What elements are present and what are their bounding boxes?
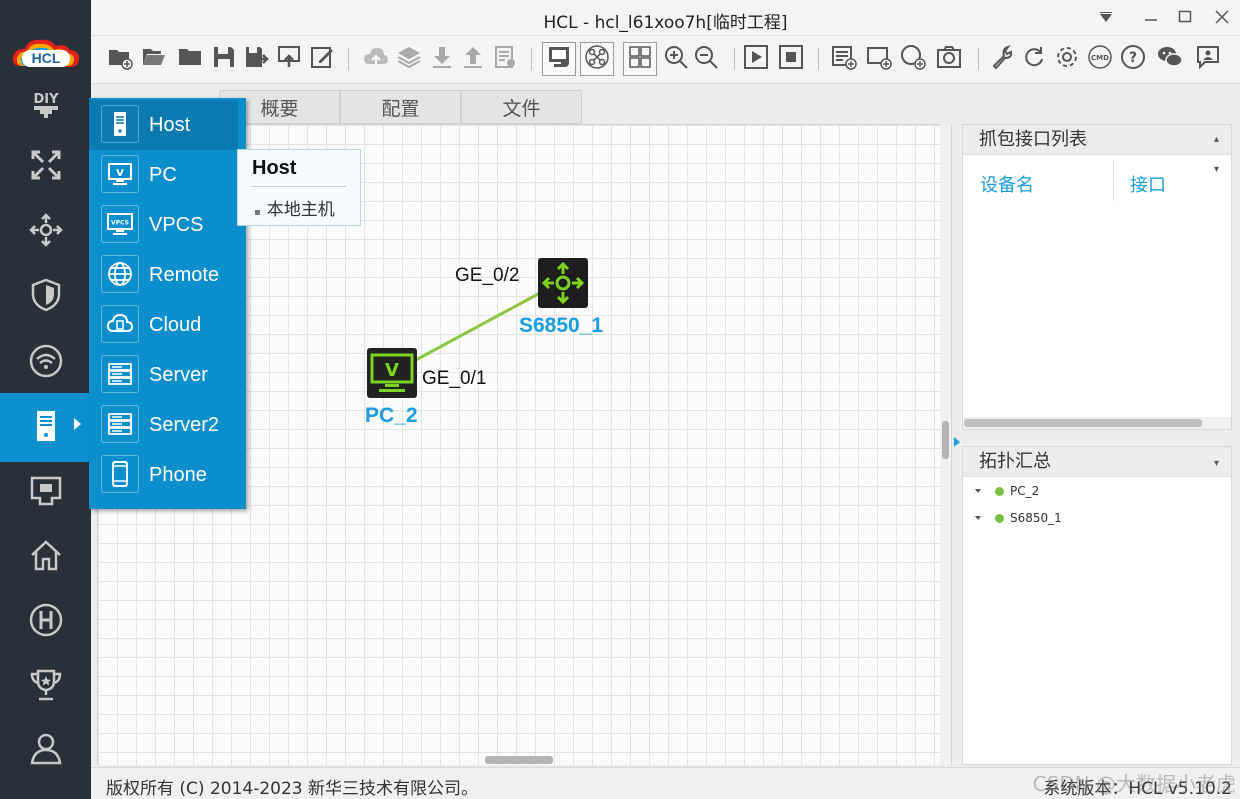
menu-item-vpcs[interactable]: VPCS VPCS [89,200,246,250]
menu-item-server2[interactable]: Server2 [89,400,246,450]
column-device-name[interactable]: 设备名 [980,171,1034,197]
menu-item-cloud[interactable]: Cloud [89,300,246,350]
tooltip-item: ▪ 本地主机 [254,195,335,220]
tree-item-label: S6850_1 [1010,511,1062,525]
menu-item-pc[interactable]: V PC [89,150,246,200]
switch-icon [538,261,588,312]
menu-item-label: Cloud [149,313,202,336]
pc-port-label: GE_0/1 [422,368,487,389]
svg-text:VPCS: VPCS [111,220,129,227]
capture-panel-hscrollbar[interactable] [963,417,1231,429]
menu-item-remote[interactable]: Remote [89,250,246,300]
menu-item-server[interactable]: Server [89,350,246,400]
device-tooltip: Host ▪ 本地主机 [237,149,361,226]
menu-item-label: Remote [149,263,220,286]
topology-summary-panel: 拓扑汇总 ▾ PC_2 S6850_1 [962,446,1232,765]
tree-item-switch[interactable]: S6850_1 [975,511,1062,525]
copyright-text: 版权所有 (C) 2014-2023 新华三技术有限公司。 [106,779,479,799]
switch-port-label: GE_0/2 [455,265,520,286]
cloud-icon [101,305,139,343]
pc-node-name[interactable]: PC_2 [365,404,418,428]
summary-panel-title: 拓扑汇总 [979,451,1051,472]
capture-interface-panel: 抓包接口列表 ▴ ▾ 设备名 接口 [962,124,1232,430]
menu-item-label: Host [149,113,191,136]
summary-panel-header[interactable]: 拓扑汇总 ▾ [963,447,1231,477]
tree-item-pc[interactable]: PC_2 [975,484,1039,498]
menu-item-label: Server [149,363,208,386]
tooltip-divider [252,186,346,187]
svg-text:V: V [116,168,124,179]
tooltip-title: Host [252,157,297,179]
svg-text:V: V [385,360,399,381]
watermark: CSDN @大数据小老虎 [1032,772,1236,796]
expand-arrow-icon[interactable] [975,489,981,493]
menu-item-host[interactable]: Host [89,100,238,150]
tree-item-label: PC_2 [1010,484,1040,498]
server-icon [101,355,139,393]
menu-item-label: Phone [149,463,207,486]
collapse-icon[interactable]: ▴ ▾ [1214,125,1219,185]
pc-node[interactable]: V [367,348,417,398]
globe-icon [101,255,139,293]
status-dot-icon [995,513,1004,523]
capture-panel-title: 抓包接口列表 [979,129,1087,150]
capture-panel-header[interactable]: 抓包接口列表 ▴ ▾ [963,125,1231,175]
status-dot-icon [995,486,1004,496]
capture-panel-scroll-thumb[interactable] [964,419,1202,427]
menu-item-label: Server2 [149,413,220,436]
bullet-icon: ▪ [254,207,261,218]
menu-item-label: VPCS [149,213,204,236]
menu-item-phone[interactable]: Phone [89,450,246,500]
switch-node[interactable] [538,258,588,308]
menu-item-label: PC [149,163,177,186]
host-icon [101,105,139,143]
pc-icon: V [367,353,417,402]
switch-node-name[interactable]: S6850_1 [519,314,603,338]
column-interface[interactable]: 接口 [1130,171,1166,197]
collapse-icon[interactable]: ▾ [1214,449,1219,479]
vpcs-icon: VPCS [101,205,139,243]
pc-icon: V [101,155,139,193]
server-icon [101,405,139,443]
tooltip-item-label: 本地主机 [266,200,335,220]
device-popup-menu: Host V PC VPCS VPCS Remote Cloud Server [89,98,246,509]
expand-arrow-icon[interactable] [975,516,981,520]
phone-icon [101,455,139,493]
